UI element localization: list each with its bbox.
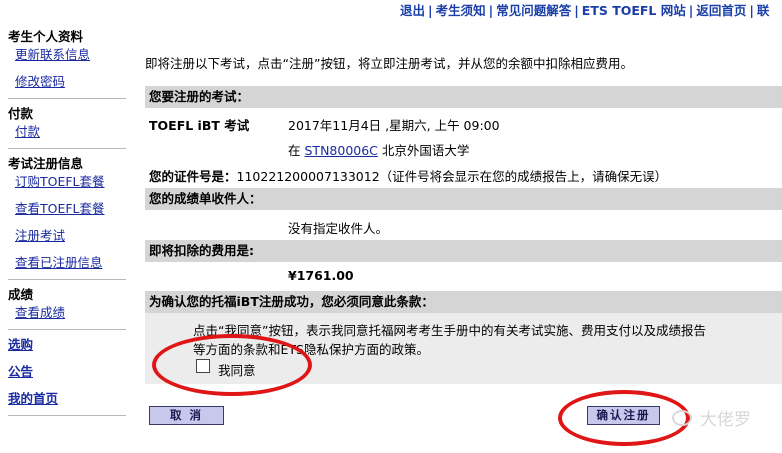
cancel-button[interactable]: 取 消 <box>149 406 224 425</box>
sidebar-head-payment: 付款 <box>8 106 34 121</box>
nav-faq[interactable]: 常见问题解答 <box>496 3 571 18</box>
divider <box>8 279 126 280</box>
at-label: 在 <box>288 143 301 158</box>
sidebar-item-view-registered[interactable]: 查看已注册信息 <box>15 254 126 281</box>
sidebar-head-scores: 成绩 <box>8 287 34 302</box>
divider <box>8 148 126 149</box>
recipients-section-header: 您的成绩单收件人： <box>145 188 782 210</box>
fee-value: ¥1761.00 <box>288 268 354 283</box>
id-number-row: 您的证件号是：110221200007133012（证件号将会显示在您的成绩报告… <box>149 166 667 185</box>
divider <box>8 98 126 99</box>
intro-text: 即将注册以下考试，点击“注册”按钮，将立即注册考试，并从您的余额中扣除相应费用。 <box>145 56 633 71</box>
annotation-circle-confirm <box>558 390 690 446</box>
sidebar-item-view-toefl[interactable]: 查看TOEFL套餐 <box>15 200 126 227</box>
fee-section-header: 即将扣除的费用是: <box>145 240 782 262</box>
test-center: 在 STN80006C 北京外国语大学 <box>288 140 469 159</box>
nav-home[interactable]: 返回首页 <box>696 3 746 18</box>
sidebar-item-notice[interactable]: 公告 <box>8 363 126 390</box>
divider <box>8 415 126 416</box>
exam-datetime: 2017年11月4日 ,星期六, 上午 09:00 <box>288 118 500 133</box>
nav-instructions[interactable]: 考生须知 <box>436 3 486 18</box>
sidebar-item-view-scores[interactable]: 查看成绩 <box>15 304 126 331</box>
exam-name: TOEFL iBT 考试 <box>149 118 250 133</box>
nav-logout[interactable]: 退出 <box>400 3 425 18</box>
id-label: 您的证件号是： <box>149 169 237 184</box>
sidebar-item-change-password[interactable]: 修改密码 <box>15 73 126 100</box>
recipients-value: 没有指定收件人。 <box>288 221 389 236</box>
top-nav: 退出 | 考生须知 | 常见问题解答 | ETS TOEFL 网站 | 返回首页 | 联 <box>400 3 770 18</box>
sidebar-item-my-home[interactable]: 我的首页 <box>8 390 126 417</box>
test-center-name: 北京外国语大学 <box>381 143 470 158</box>
watermark-text: 大佬罗 <box>700 410 751 430</box>
sidebar-item-register-exam[interactable]: 注册考试 <box>15 227 126 254</box>
divider <box>8 329 126 330</box>
sidebar-item-order-toefl[interactable]: 订购TOEFL套餐 <box>15 173 126 200</box>
agreement-text-line1: 点击“我同意”按钮，表示我同意托福网考考生手册中的有关考试实施、费用支付以及成绩… <box>193 323 706 338</box>
sidebar: 考生个人资料 更新联系信息 修改密码 付款 付款 考试注册信息 订购TOEFL套… <box>8 28 126 422</box>
annotation-circle-checkbox <box>152 334 312 396</box>
nav-contact[interactable]: 联 <box>757 3 770 18</box>
id-value: 110221200007133012（证件号将会显示在您的成绩报告上，请确保无误… <box>236 169 668 184</box>
nav-ets-toefl-site[interactable]: ETS TOEFL 网站 <box>582 3 686 18</box>
test-center-code-link[interactable]: STN80006C <box>305 143 378 158</box>
sidebar-item-elective[interactable]: 选购 <box>8 336 126 363</box>
sidebar-head-profile: 考生个人资料 <box>8 29 84 44</box>
exam-section-header: 您要注册的考试： <box>145 86 782 108</box>
sidebar-item-pay[interactable]: 付款 <box>15 123 126 150</box>
agreement-section-header: 为确认您的托福iBT注册成功，您必须同意此条款： <box>145 291 782 313</box>
wechat-watermark-icon <box>672 410 692 426</box>
sidebar-item-update-contact[interactable]: 更新联系信息 <box>15 46 126 73</box>
sidebar-head-registration: 考试注册信息 <box>8 156 84 171</box>
